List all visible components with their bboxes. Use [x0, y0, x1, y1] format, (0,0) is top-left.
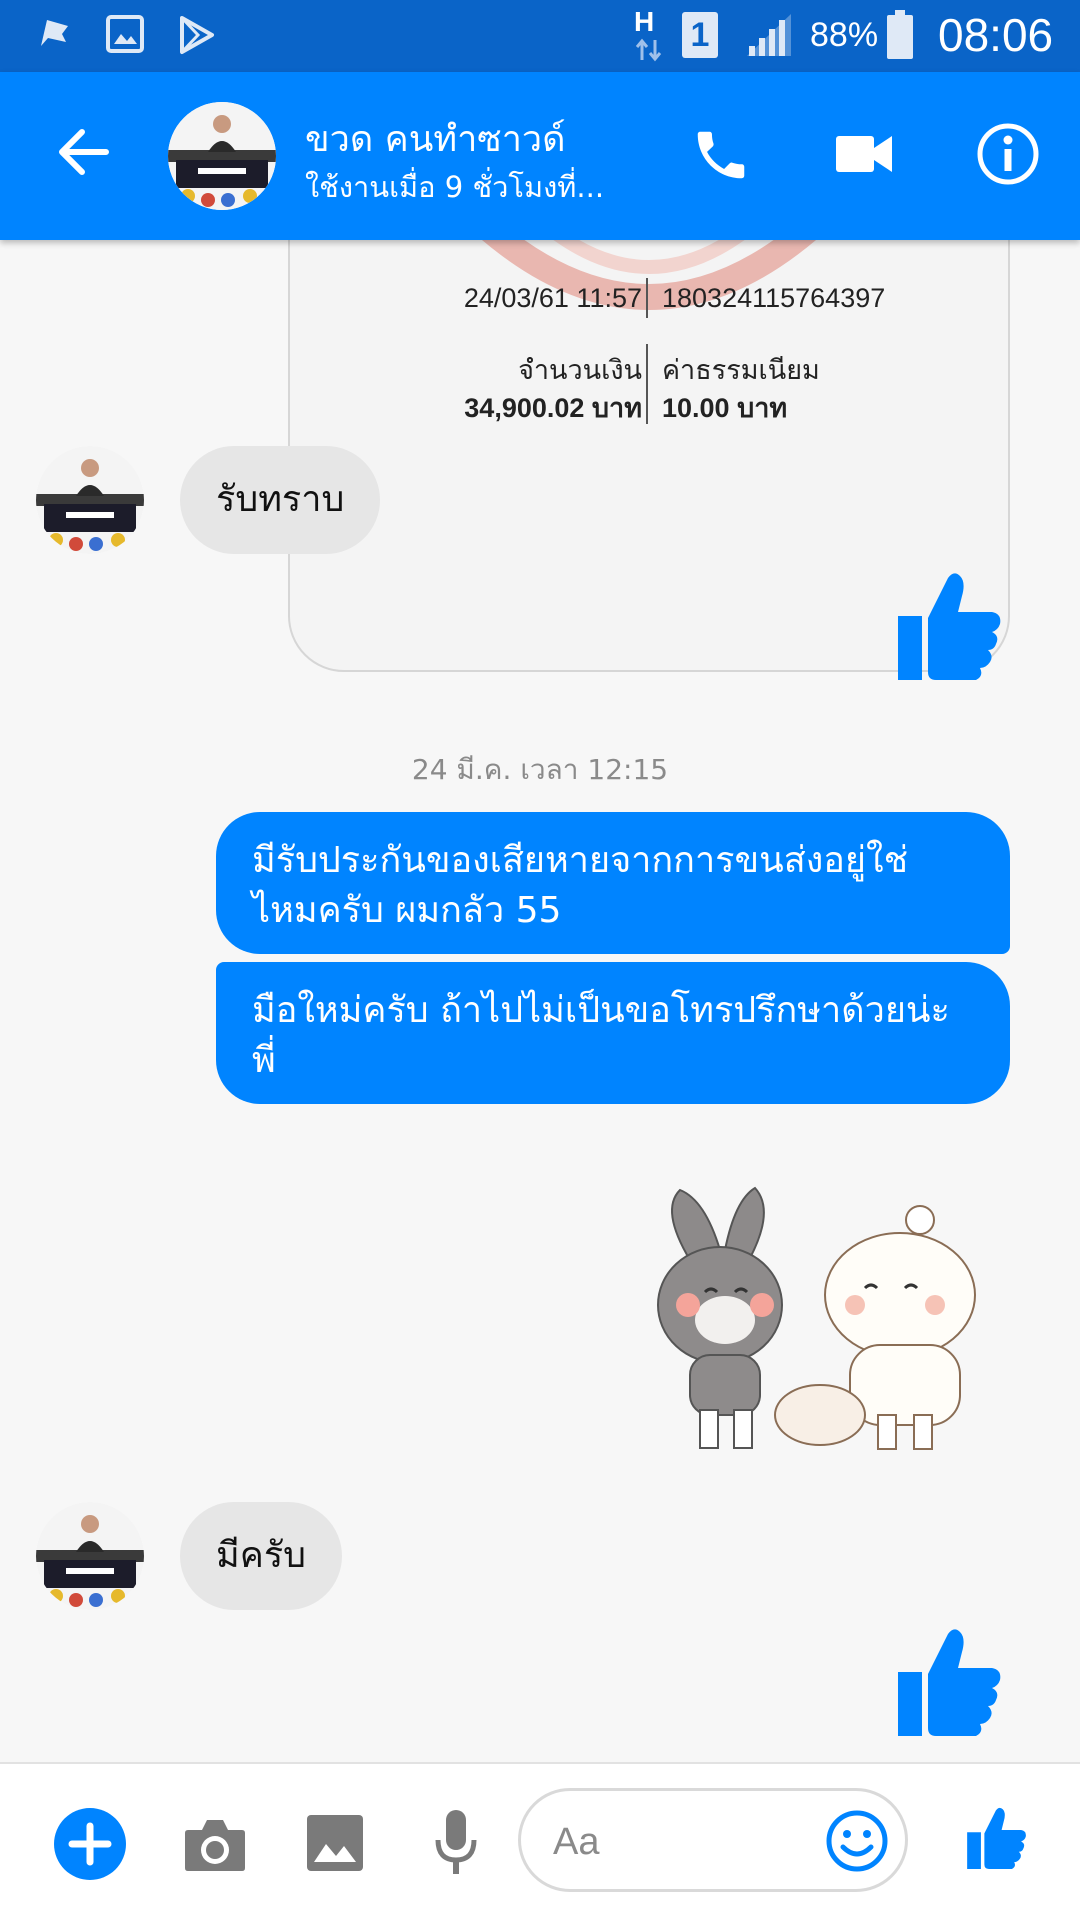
phone-call-icon[interactable]	[690, 124, 752, 190]
play-store-icon	[178, 15, 216, 55]
incoming-message[interactable]: รับทราบ	[180, 446, 381, 554]
receipt-amount-label: จำนวนเงิน	[518, 355, 642, 385]
contact-avatar[interactable]	[168, 102, 276, 210]
battery-icon	[886, 10, 914, 60]
emoji-icon[interactable]	[825, 1809, 889, 1877]
info-icon[interactable]	[976, 122, 1040, 190]
composer-bar	[0, 1762, 1080, 1922]
flag-icon	[38, 16, 72, 52]
data-arrows-icon	[634, 38, 664, 62]
receipt-datetime: 24/03/61 11:57	[463, 283, 642, 313]
message-line: มือใหม่ครับ ถ้าไปไม่เป็นขอโทรปรึกษาด้วยน…	[252, 990, 950, 1031]
thumbs-up-icon[interactable]	[896, 1626, 1004, 1742]
message-line: พี่	[252, 1040, 276, 1081]
timestamp: 24 มี.ค. เวลา 12:15	[411, 753, 669, 786]
conversation-header: ขวด คนทำซาวด์ ใช้งานเมื่อ 9 ชั่วโมงที่..…	[0, 72, 1080, 240]
gallery-icon	[106, 15, 144, 53]
camera-icon[interactable]	[184, 1816, 246, 1876]
microphone-icon[interactable]	[434, 1808, 478, 1882]
add-icon[interactable]	[54, 1808, 126, 1884]
send-like-icon[interactable]	[966, 1804, 1028, 1876]
receipt-amount: 34,900.02 บาท	[464, 393, 642, 423]
message-line: มีรับประกันของเสียหายจากการขนส่งอยู่ใช่	[252, 840, 909, 881]
message-input-box[interactable]	[518, 1788, 908, 1892]
incoming-message[interactable]: มีครับ	[180, 1502, 342, 1610]
contact-status: ใช้งานเมื่อ 9 ชั่วโมงที่...	[305, 170, 605, 204]
receipt-fee-label: ค่าธรรมเนียม	[662, 355, 820, 385]
image-icon[interactable]	[306, 1814, 364, 1876]
outgoing-message[interactable]: มือใหม่ครับ ถ้าไปไม่เป็นขอโทรปรึกษาด้วยน…	[216, 962, 1010, 1104]
receipt-fee: 10.00 บาท	[662, 393, 788, 423]
message-line: ไหมครับ ผมกลัว 55	[252, 890, 562, 931]
video-call-icon[interactable]	[836, 132, 894, 180]
receipt-divider-top	[646, 278, 648, 318]
sender-avatar[interactable]	[36, 446, 144, 554]
contact-name[interactable]: ขวด คนทำซาวด์	[305, 110, 566, 167]
network-type: H	[634, 6, 655, 37]
outgoing-message[interactable]: มีรับประกันของเสียหายจากการขนส่งอยู่ใช่ …	[216, 812, 1010, 954]
receipt-reference: 180324115764397	[662, 283, 886, 313]
clock: 08:06	[938, 9, 1054, 61]
back-arrow-icon[interactable]	[56, 124, 112, 184]
message-list[interactable]: 24/03/61 11:57 180324115764397 จำนวนเงิน…	[0, 240, 1080, 1762]
message-input[interactable]	[551, 1813, 785, 1871]
sim-slot-badge: 1	[682, 12, 718, 58]
sticker-donkey-and-bear[interactable]	[650, 1180, 1010, 1474]
battery-percent: 88%	[810, 16, 879, 54]
status-bar: H 1 88% 08:06	[0, 0, 1080, 72]
sender-avatar[interactable]	[36, 1502, 144, 1610]
thumbs-up-icon[interactable]	[896, 570, 1004, 686]
receipt-divider-bottom	[646, 344, 648, 424]
signal-icon	[745, 12, 793, 58]
